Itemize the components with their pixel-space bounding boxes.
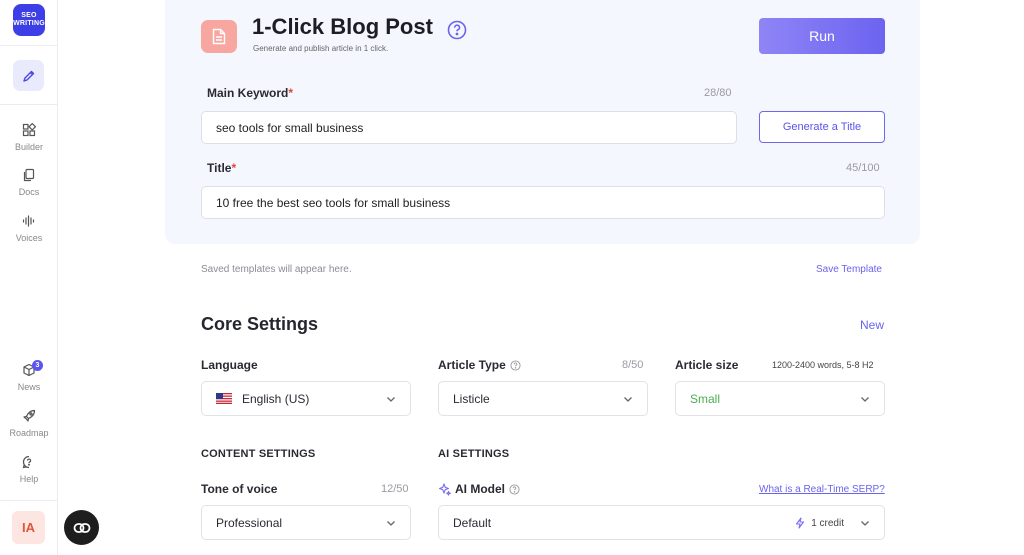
help-chat-icon bbox=[22, 455, 32, 469]
page-title: 1-Click Blog Post bbox=[252, 14, 433, 39]
ai-settings-title: AI SETTINGS bbox=[438, 448, 510, 460]
rocket-icon bbox=[23, 409, 36, 422]
sparkle-icon bbox=[438, 483, 451, 496]
credit-label: 1 credit bbox=[811, 517, 844, 529]
required-mark: * bbox=[231, 161, 237, 175]
tone-value: Professional bbox=[216, 515, 283, 530]
chevron-down-icon bbox=[387, 521, 395, 526]
main-keyword-input[interactable]: seo tools for small business bbox=[201, 111, 737, 144]
chevron-down-icon bbox=[861, 397, 869, 402]
language-value: English (US) bbox=[242, 391, 310, 406]
required-mark: * bbox=[288, 86, 294, 100]
language-label: Language bbox=[201, 358, 258, 372]
chat-widget-button[interactable] bbox=[64, 510, 99, 545]
main-keyword-counter: 28/80 bbox=[704, 87, 732, 99]
avatar[interactable]: IA bbox=[12, 511, 45, 544]
content-settings-title: CONTENT SETTINGS bbox=[201, 448, 316, 460]
voices-icon bbox=[22, 215, 35, 227]
title-counter: 45/100 bbox=[846, 162, 880, 174]
sidebar-divider bbox=[0, 104, 58, 105]
article-type-value: Listicle bbox=[453, 391, 490, 406]
sidebar-item-write[interactable] bbox=[13, 60, 44, 91]
sidebar-divider bbox=[0, 45, 58, 46]
title-input[interactable]: 10 free the best seo tools for small bus… bbox=[201, 186, 885, 219]
sidebar-item-help[interactable]: Help bbox=[0, 455, 58, 484]
main-keyword-label: Main Keyword* bbox=[207, 86, 293, 100]
ai-model-label: AI Model bbox=[438, 482, 520, 496]
builder-icon bbox=[22, 123, 36, 137]
lightning-icon bbox=[796, 517, 805, 529]
pen-icon bbox=[22, 70, 34, 82]
templates-hint: Saved templates will appear here. bbox=[201, 264, 352, 275]
sidebar-item-label: Voices bbox=[15, 233, 43, 243]
new-link[interactable]: New bbox=[860, 318, 884, 332]
article-size-label: Article size bbox=[675, 358, 739, 372]
sidebar-item-builder[interactable]: Builder bbox=[0, 123, 58, 152]
article-type-select[interactable]: Listicle bbox=[438, 381, 648, 416]
chevron-down-icon bbox=[387, 397, 395, 402]
tone-label: Tone of voice bbox=[201, 482, 278, 496]
sidebar-item-news[interactable]: 3 News bbox=[0, 360, 58, 392]
article-type-counter: 8/50 bbox=[622, 359, 644, 371]
us-flag-icon bbox=[216, 393, 232, 404]
serp-info-link[interactable]: What is a Real-Time SERP? bbox=[759, 484, 885, 495]
article-type-label: Article Type bbox=[438, 358, 521, 372]
ai-model-value: Default bbox=[453, 515, 492, 530]
chevron-down-icon bbox=[624, 397, 632, 402]
sidebar-item-docs[interactable]: Docs bbox=[0, 168, 58, 197]
app-logo[interactable]: SEO WRITING bbox=[13, 4, 45, 36]
save-template-link[interactable]: Save Template bbox=[816, 264, 882, 275]
sidebar-item-voices[interactable]: Voices bbox=[0, 214, 58, 243]
sidebar-divider bbox=[0, 500, 58, 501]
ai-model-select[interactable]: Default 1 credit bbox=[438, 505, 885, 540]
ai-model-label-text: AI Model bbox=[455, 482, 505, 496]
sidebar-item-label: Help bbox=[19, 474, 39, 484]
article-size-value: Small bbox=[690, 391, 721, 406]
docs-icon bbox=[23, 168, 35, 182]
language-select[interactable]: English (US) bbox=[201, 381, 411, 416]
article-size-note: 1200-2400 words, 5-8 H2 bbox=[772, 360, 874, 370]
tone-select[interactable]: Professional bbox=[201, 505, 411, 540]
run-button[interactable]: Run bbox=[759, 18, 885, 54]
chevron-down-icon bbox=[861, 521, 869, 526]
news-badge: 3 bbox=[32, 360, 43, 371]
sidebar-item-roadmap[interactable]: Roadmap bbox=[0, 409, 58, 438]
title-label-text: Title bbox=[207, 161, 232, 175]
question-icon[interactable] bbox=[447, 20, 467, 40]
article-type-label-text: Article Type bbox=[438, 358, 506, 372]
credit-info: 1 credit bbox=[794, 517, 844, 529]
sidebar-item-label: Roadmap bbox=[9, 428, 49, 438]
sidebar-item-label: Docs bbox=[18, 187, 40, 197]
article-size-select[interactable]: Small bbox=[675, 381, 885, 416]
main-keyword-label-text: Main Keyword bbox=[207, 86, 289, 100]
document-icon bbox=[201, 20, 237, 53]
core-settings-title: Core Settings bbox=[201, 314, 319, 334]
sidebar-item-label: News bbox=[17, 382, 41, 392]
link-icon bbox=[73, 522, 90, 533]
question-icon[interactable] bbox=[509, 484, 520, 495]
page-subtitle: Generate and publish article in 1 click. bbox=[253, 44, 389, 53]
question-icon[interactable] bbox=[510, 360, 521, 371]
generate-title-button[interactable]: Generate a Title bbox=[759, 111, 885, 143]
title-label: Title* bbox=[207, 161, 236, 175]
sidebar-item-label: Builder bbox=[14, 142, 43, 152]
tone-counter: 12/50 bbox=[381, 483, 409, 495]
sidebar: SEO WRITING Builder Docs Voices 3 News R… bbox=[0, 0, 58, 555]
